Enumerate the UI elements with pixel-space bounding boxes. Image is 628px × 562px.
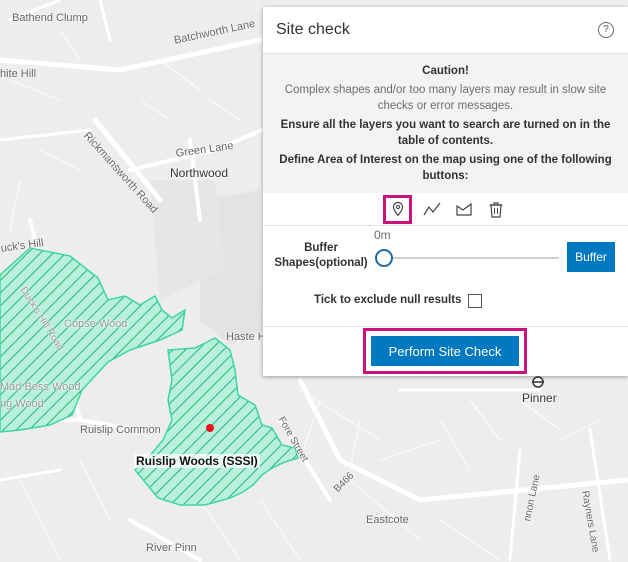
map-label-ruislip-common: Ruislip Common — [80, 424, 161, 436]
info-section: Caution! Complex shapes and/or too many … — [263, 54, 628, 193]
question-circle-icon[interactable]: ? — [598, 22, 614, 38]
map-label-copse-wood: Copse Wood — [64, 318, 128, 330]
caution-text: Complex shapes and/or too many layers ma… — [284, 83, 607, 113]
map-label-river-pinn: River Pinn — [146, 542, 197, 554]
buffer-slider-track[interactable] — [383, 256, 559, 259]
map-label-white-hill: hite Hill — [0, 68, 37, 80]
buffer-row: Buffer Shapes(optional) 0m Buffer — [263, 226, 628, 286]
map-pin-icon — [392, 201, 403, 217]
caution-title: Caution! — [422, 65, 469, 77]
map-label-bathend-clump: Bathend Clump — [12, 12, 88, 24]
panel-title: Site check — [276, 21, 350, 38]
polygon-icon — [456, 202, 472, 216]
exclude-null-label: Tick to exclude null results — [314, 293, 462, 306]
perform-site-check-highlight: Perform Site Check — [363, 328, 527, 374]
map-label-eastcote: Eastcote — [366, 514, 409, 526]
map-label-northwood: Northwood — [170, 166, 229, 180]
polygon-tool-button[interactable] — [452, 197, 476, 221]
polyline-tool-button[interactable] — [420, 197, 444, 221]
buffer-button[interactable]: Buffer — [567, 241, 615, 272]
buffer-slider-value: 0m — [374, 227, 391, 242]
map-label-haste-hill: Haste Hi — [226, 331, 269, 343]
map-label-mad-bess-wood: Mad Bess Wood — [0, 381, 81, 393]
map-label-ruislip-woods: Ruislip Woods (SSSI) — [134, 454, 260, 468]
buffer-label: Buffer Shapes(optional) — [274, 241, 368, 269]
delete-tool-button[interactable] — [484, 197, 508, 221]
buffer-slider-thumb[interactable] — [375, 248, 393, 267]
exclude-null-row: Tick to exclude null results — [263, 286, 628, 327]
map-label-ng-wood: ng Wood — [0, 398, 44, 410]
location-marker — [206, 424, 214, 432]
ensure-text: Ensure all the layers you want to search… — [280, 118, 611, 148]
exclude-null-checkbox[interactable] — [468, 293, 482, 308]
site-check-panel: Site check ? Caution! Complex shapes and… — [263, 7, 628, 376]
perform-site-check-button[interactable]: Perform Site Check — [371, 336, 519, 366]
panel-header: Site check ? — [263, 7, 628, 54]
polyline-icon — [423, 202, 441, 216]
trash-icon — [489, 201, 503, 218]
define-text: Define Area of Interest on the map using… — [279, 153, 612, 183]
draw-tools — [263, 194, 628, 226]
point-tool-button[interactable] — [383, 194, 412, 224]
map-label-pinner: Pinner — [522, 391, 557, 405]
